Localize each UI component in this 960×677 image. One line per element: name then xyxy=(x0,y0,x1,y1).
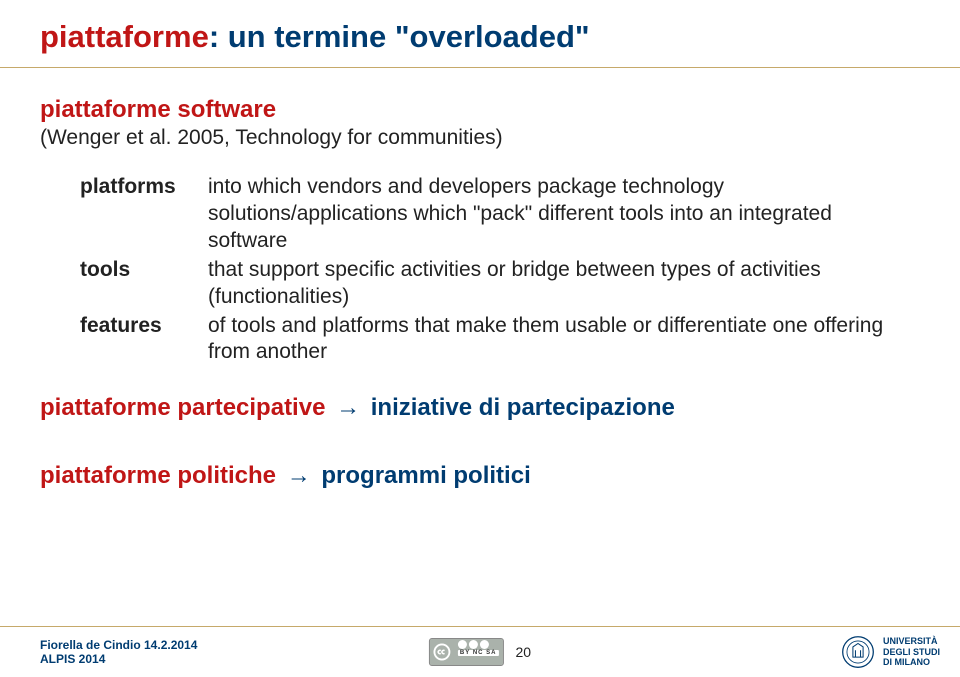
cc-sa-icon xyxy=(480,640,489,649)
university-seal-icon xyxy=(841,635,875,669)
cc-logo-icon xyxy=(430,639,454,665)
cc-right-block: BY NC SA xyxy=(454,639,503,665)
uni-line-2: DEGLI STUDI xyxy=(883,647,940,657)
title-keyword: piattaforme xyxy=(40,19,209,54)
political-line: piattaforme politiche → programmi politi… xyxy=(40,462,920,490)
cc-by-icon xyxy=(458,640,467,649)
section-software-heading: piattaforme software xyxy=(40,96,920,124)
definition-row: platforms into which vendors and develop… xyxy=(80,174,910,255)
participative-left: piattaforme partecipative xyxy=(40,394,325,421)
footer-center: BY NC SA 20 xyxy=(429,638,531,666)
title-underline xyxy=(0,67,960,68)
cc-icons-row xyxy=(458,640,499,649)
participative-right: iniziative di partecipazione xyxy=(371,394,675,421)
political-right: programmi politici xyxy=(321,462,530,489)
footer-author: Fiorella de Cindio 14.2.2014 xyxy=(40,638,197,652)
footer-author-block: Fiorella de Cindio 14.2.2014 ALPIS 2014 xyxy=(40,638,197,667)
arrow-icon: → xyxy=(287,462,311,489)
cc-nc-icon xyxy=(469,640,478,649)
footer-event: ALPIS 2014 xyxy=(40,652,197,666)
definition-desc: into which vendors and developers packag… xyxy=(208,174,910,255)
definition-row: features of tools and platforms that mak… xyxy=(80,313,910,367)
definition-term: platforms xyxy=(80,174,208,255)
section-software-citation: (Wenger et al. 2005, Technology for comm… xyxy=(40,126,920,150)
arrow-icon: → xyxy=(336,394,360,421)
cc-license-badge: BY NC SA xyxy=(429,638,504,666)
participative-line: piattaforme partecipative → iniziative d… xyxy=(40,394,920,422)
uni-line-1: UNIVERSITÀ xyxy=(883,636,940,646)
uni-line-3: DI MILANO xyxy=(883,657,940,667)
slide-footer: Fiorella de Cindio 14.2.2014 ALPIS 2014 … xyxy=(0,626,960,677)
definition-row: tools that support specific activities o… xyxy=(80,257,910,311)
page-number: 20 xyxy=(515,644,531,660)
political-left: piattaforme politiche xyxy=(40,462,276,489)
university-name: UNIVERSITÀ DEGLI STUDI DI MILANO xyxy=(883,636,940,667)
definition-desc: that support specific activities or brid… xyxy=(208,257,910,311)
title-rest: : un termine "overloaded" xyxy=(209,19,590,54)
definition-desc: of tools and platforms that make them us… xyxy=(208,313,910,367)
footer-university: UNIVERSITÀ DEGLI STUDI DI MILANO xyxy=(841,635,940,669)
definition-term: tools xyxy=(80,257,208,311)
slide-title: piattaforme: un termine "overloaded" xyxy=(40,18,920,55)
definition-term: features xyxy=(80,313,208,367)
definitions-block: platforms into which vendors and develop… xyxy=(80,174,910,366)
cc-label-text: BY NC SA xyxy=(458,650,499,656)
